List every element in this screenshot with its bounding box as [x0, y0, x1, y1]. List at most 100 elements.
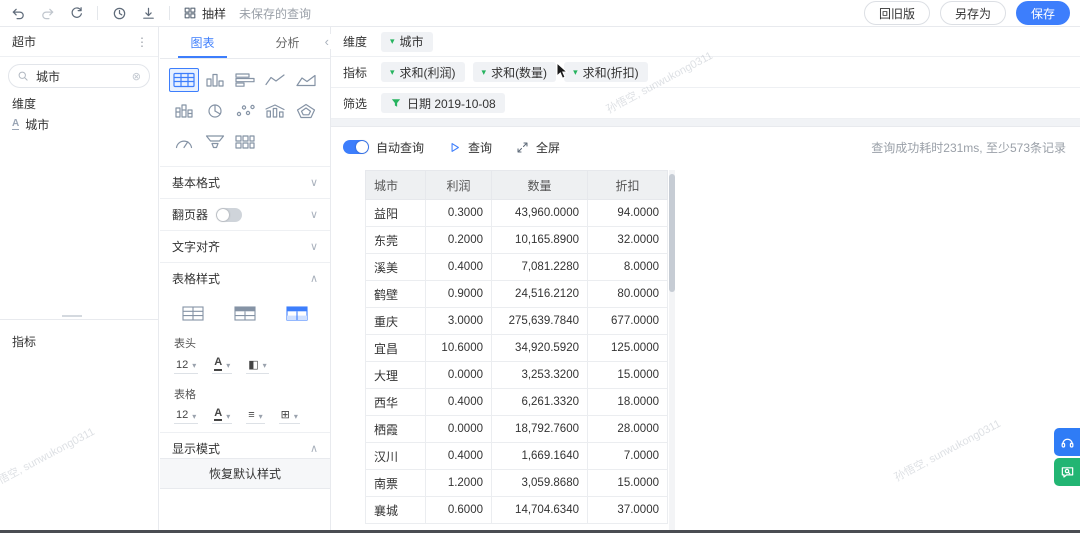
dimension-chip[interactable]: ▾ 城市: [381, 32, 433, 52]
save-as-button[interactable]: 另存为: [940, 1, 1006, 25]
value-cell: 0.0000: [426, 416, 492, 443]
more-menu-icon[interactable]: ⋮: [136, 35, 148, 49]
value-cell: 7.0000: [588, 443, 668, 470]
column-header[interactable]: 数量: [492, 171, 588, 200]
metric-chip[interactable]: ▾ 求和(折扣): [564, 62, 648, 82]
dimension-field-item[interactable]: A 城市: [0, 111, 158, 137]
table-border-select[interactable]: ⊞ ▾: [279, 408, 300, 424]
chart-type-area[interactable]: [291, 68, 321, 92]
feedback-button[interactable]: [1054, 458, 1080, 486]
table-style-label: 表格: [160, 382, 330, 404]
column-header[interactable]: 折扣: [588, 171, 668, 200]
chevron-down-icon[interactable]: ∨: [310, 208, 318, 221]
fill-color-icon: ◧: [248, 358, 258, 371]
auto-query-control[interactable]: 自动查询: [343, 139, 424, 156]
metric-chip[interactable]: ▾ 求和(利润): [381, 62, 465, 82]
chart-type-pie[interactable]: [200, 99, 230, 123]
section-basic-format[interactable]: 基本格式 ∨: [160, 166, 330, 198]
value-cell: 28.0000: [588, 416, 668, 443]
history-button[interactable]: [111, 5, 127, 21]
old-version-button[interactable]: 回旧版: [864, 1, 930, 25]
section-table-style[interactable]: 表格样式 ∧: [160, 262, 330, 294]
metric-chip[interactable]: ▾求和(数量): [473, 62, 557, 82]
refresh-button[interactable]: [68, 5, 84, 21]
collapse-panel-button[interactable]: ‹: [323, 34, 331, 49]
chart-type-combo[interactable]: [260, 99, 290, 123]
chevron-up-icon[interactable]: ∧: [310, 442, 318, 455]
metric-chip-label: 求和(折扣): [583, 64, 639, 81]
table-row: 南票1.20003,059.868015.0000: [366, 470, 668, 497]
city-cell: 重庆: [366, 308, 426, 335]
chart-type-scatter[interactable]: [230, 99, 260, 123]
chart-type-funnel[interactable]: [200, 130, 230, 154]
sampling-button[interactable]: 抽样: [183, 5, 226, 22]
pager-toggle[interactable]: [216, 208, 242, 222]
header-fill-color-picker[interactable]: ◧ ▾: [246, 358, 268, 374]
reset-style-button[interactable]: 恢复默认样式: [160, 458, 330, 489]
chip-dropdown-icon[interactable]: ▾: [390, 67, 395, 78]
chip-dropdown-icon[interactable]: ▾: [573, 67, 578, 78]
chart-type-bar[interactable]: [230, 68, 260, 92]
filter-chip[interactable]: 日期 2019-10-08: [381, 93, 505, 113]
fullscreen-button[interactable]: 全屏: [516, 139, 560, 156]
table-scrollbar[interactable]: [669, 170, 675, 530]
chevron-down-icon[interactable]: ∨: [310, 176, 318, 189]
undo-button[interactable]: [10, 5, 26, 21]
chart-type-gauge[interactable]: [169, 130, 199, 154]
clear-search-icon[interactable]: ⊗: [132, 70, 141, 83]
redo-button[interactable]: [39, 5, 55, 21]
value-cell: 0.4000: [426, 389, 492, 416]
save-button[interactable]: 保存: [1016, 1, 1070, 25]
chip-dropdown-icon[interactable]: ▾: [390, 36, 395, 47]
table-style-header-filled[interactable]: [226, 301, 264, 325]
header-font-color-picker[interactable]: A ▾: [212, 357, 232, 374]
table-style-options: [160, 294, 330, 331]
section-text-align[interactable]: 文字对齐 ∨: [160, 230, 330, 262]
table-font-size-select[interactable]: 12 ▾: [174, 409, 198, 424]
result-table-container: 城市利润数量折扣 益阳0.300043,960.000094.0000东莞0.2…: [365, 170, 668, 530]
chevron-down-icon: ▾: [263, 361, 267, 371]
value-cell: 275,639.7840: [492, 308, 588, 335]
tab-analysis[interactable]: 分析: [245, 27, 330, 58]
auto-query-toggle[interactable]: [343, 140, 369, 154]
chip-dropdown-icon[interactable]: ▾: [482, 67, 487, 78]
city-cell: 溪美: [366, 254, 426, 281]
table-style-plain[interactable]: [174, 301, 212, 325]
column-header[interactable]: 城市: [366, 171, 426, 200]
value-cell: 7,081.2280: [492, 254, 588, 281]
table-font-color-picker[interactable]: A ▾: [212, 408, 232, 425]
city-cell: 东莞: [366, 227, 426, 254]
chevron-down-icon[interactable]: ∨: [310, 240, 318, 253]
support-button[interactable]: [1054, 428, 1080, 456]
field-search-box[interactable]: ⊗: [8, 64, 150, 88]
download-button[interactable]: [140, 5, 156, 21]
column-header[interactable]: 利润: [426, 171, 492, 200]
tab-chart[interactable]: 图表: [160, 27, 245, 58]
scrollbar-thumb[interactable]: [669, 174, 675, 292]
line-style-icon: ≡: [248, 409, 254, 421]
chart-type-stacked-column[interactable]: [169, 99, 199, 123]
chart-type-radar[interactable]: [291, 99, 321, 123]
chart-type-table[interactable]: [169, 68, 199, 92]
value-cell: 32.0000: [588, 227, 668, 254]
chart-type-heatmap[interactable]: [230, 130, 260, 154]
chevron-up-icon[interactable]: ∧: [310, 272, 318, 285]
value-cell: 10,165.8900: [492, 227, 588, 254]
resize-handle[interactable]: [62, 315, 82, 317]
chart-type-column[interactable]: [200, 68, 230, 92]
table-row: 襄城0.600014,704.634037.0000: [366, 497, 668, 524]
metric-chip-label: 求和(利润): [400, 64, 456, 81]
table-line-style-select[interactable]: ≡ ▾: [246, 409, 264, 424]
search-input[interactable]: [34, 68, 127, 84]
header-font-size-select[interactable]: 12 ▾: [174, 359, 198, 374]
city-cell: 汉川: [366, 443, 426, 470]
value-cell: 0.4000: [426, 254, 492, 281]
filter-chip-label: 日期 2019-10-08: [407, 95, 496, 112]
run-query-button[interactable]: 查询: [448, 139, 492, 156]
value-cell: 6,261.3320: [492, 389, 588, 416]
chart-type-line[interactable]: [260, 68, 290, 92]
metric-chips: ▾求和(利润)▾求和(数量)▾求和(折扣): [381, 62, 648, 82]
table-style-zebra[interactable]: [278, 301, 316, 325]
field-sidebar: 超市 ⋮ ⊗ 维度 A 城市 指标: [0, 27, 159, 530]
section-pager[interactable]: 翻页器 ∨: [160, 198, 330, 230]
